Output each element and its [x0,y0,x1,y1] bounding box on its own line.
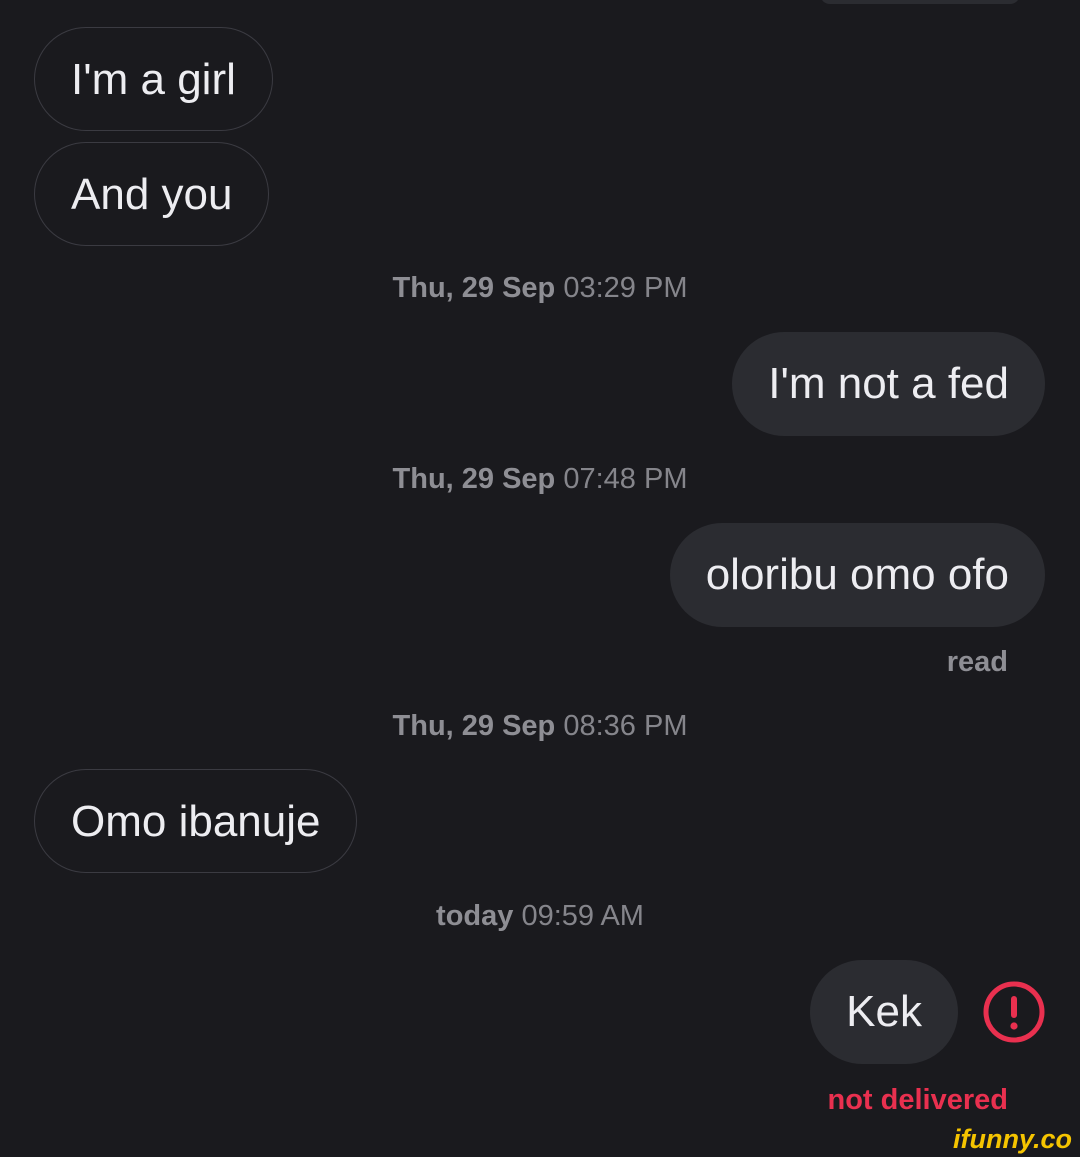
outgoing-message-bubble[interactable]: I'm not a fed [732,332,1045,436]
timestamp-day: Thu, 29 Sep [392,710,556,742]
outgoing-message-bubble-failed[interactable]: Kek [810,960,958,1064]
ifunny-watermark: ifunny.co [953,1124,1072,1154]
timestamp-divider: today 09:59 AM [0,898,1080,934]
message-text: oloribu omo ofo [705,550,1009,599]
chat-thread: I'm a girl And you Thu, 29 Sep 03:29 PM … [0,0,1080,1157]
message-text: And you [71,170,233,219]
message-text: Kek [846,987,922,1036]
timestamp-divider: Thu, 29 Sep 08:36 PM [0,708,1080,744]
not-delivered-status: not delivered [827,1084,1009,1116]
timestamp-divider: Thu, 29 Sep 03:29 PM [0,270,1080,306]
timestamp-divider: Thu, 29 Sep 07:48 PM [0,461,1080,497]
timestamp-time: 09:59 AM [521,900,644,932]
message-text: I'm a girl [71,55,236,104]
timestamp-time: 07:48 PM [563,463,688,495]
outgoing-message-bubble[interactable]: oloribu omo ofo [669,523,1045,627]
timestamp-time: 03:29 PM [563,272,688,304]
incoming-message-bubble[interactable]: And you [34,142,270,246]
incoming-message-bubble[interactable]: Omo ibanuje [34,769,358,873]
message-text: Omo ibanuje [71,797,321,846]
timestamp-day: Thu, 29 Sep [392,463,556,495]
timestamp-day: today [436,900,514,932]
exclamation-circle-icon[interactable] [982,980,1046,1044]
message-text: I'm not a fed [768,359,1009,408]
timestamp-time: 08:36 PM [563,710,688,742]
timestamp-day: Thu, 29 Sep [392,272,556,304]
previous-message-bubble-edge [820,0,1020,4]
read-receipt: read [946,646,1008,678]
incoming-message-bubble[interactable]: I'm a girl [34,27,273,131]
